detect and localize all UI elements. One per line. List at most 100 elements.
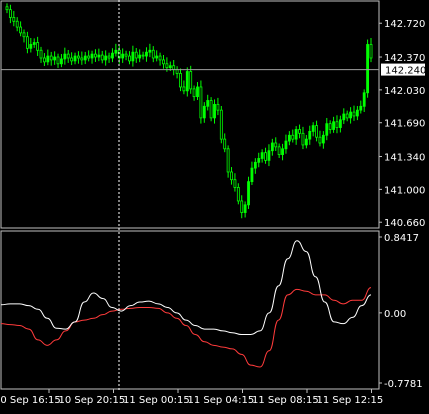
candle-body	[165, 63, 169, 69]
time-x-tick-label: 11 Sep 00:15	[123, 395, 190, 406]
candle-body	[236, 187, 240, 202]
candle-body	[311, 125, 315, 132]
candle-body	[87, 55, 91, 59]
candle-body	[25, 36, 29, 49]
candle-body	[270, 142, 274, 152]
current-price-tag: 142.240	[381, 63, 426, 77]
candle-body	[359, 105, 363, 111]
candle-body	[80, 57, 84, 61]
candle-body	[247, 181, 250, 206]
candle-body	[349, 111, 353, 119]
oscillator-y-tick-label: -0.7781	[384, 379, 423, 390]
candle-body	[338, 119, 342, 128]
candle-body	[189, 71, 193, 90]
price-y-tick-label: 142.030	[384, 86, 425, 97]
candle-body	[260, 152, 264, 159]
candle-body	[32, 42, 36, 45]
price-y-tick-label: 142.720	[384, 19, 425, 30]
candle-body	[15, 20, 19, 28]
candle-body	[304, 138, 308, 146]
candle-body	[287, 134, 291, 142]
candle-body	[49, 55, 53, 61]
candle-body	[206, 100, 210, 107]
candle-body	[199, 86, 203, 119]
candle-body	[22, 32, 26, 38]
candle-body	[182, 86, 186, 92]
candle-body	[325, 123, 329, 136]
candle-body	[230, 171, 233, 181]
oscillator-y-tick-label: 0.8417	[384, 233, 419, 244]
time-x-tick-label: 10 Sep 16:15	[0, 395, 61, 406]
price-y-tick-label: 142.370	[384, 53, 425, 64]
candle-body	[162, 59, 165, 65]
candle-body	[168, 65, 172, 69]
candle-body	[148, 49, 152, 53]
candle-body	[209, 100, 213, 119]
candle-body	[281, 148, 284, 155]
candle-body	[216, 103, 220, 111]
candle-body	[318, 136, 322, 144]
candle-body	[128, 55, 131, 62]
candle-body	[39, 49, 43, 59]
oscillator-y-tick-label: 0.00	[384, 309, 406, 320]
candle-body	[145, 51, 148, 57]
candle-body	[342, 113, 346, 121]
candle-body	[250, 167, 254, 183]
candle-body	[335, 121, 339, 128]
candle-body	[111, 52, 114, 59]
candle-body	[264, 152, 267, 161]
candle-body	[257, 158, 261, 163]
candle-body	[355, 109, 359, 117]
candle-body	[155, 55, 159, 59]
candle-body	[192, 88, 196, 98]
candle-body	[352, 111, 356, 117]
candle-body	[291, 134, 295, 140]
candle-body	[134, 51, 138, 59]
candle-body	[213, 103, 216, 119]
candle-body	[8, 9, 12, 18]
candle-body	[301, 132, 305, 146]
candle-body	[332, 121, 335, 130]
candle-body	[5, 6, 9, 11]
candle-body	[277, 146, 281, 155]
time-x-tick-label: 11 Sep 04:15	[188, 395, 255, 406]
candle-body	[158, 55, 162, 61]
candle-body	[121, 53, 125, 59]
candle-body	[179, 73, 182, 88]
candle-body	[196, 86, 199, 98]
time-x-tick-label: 11 Sep 12:15	[317, 395, 384, 406]
candle-body	[151, 49, 155, 59]
candle-body	[226, 148, 230, 173]
current-price-tag-text: 142.240	[385, 66, 426, 77]
candle-body	[219, 109, 223, 140]
candle-body	[63, 53, 67, 60]
candle-body	[243, 204, 247, 213]
price-y-tick-label: 140.660	[384, 218, 425, 229]
candle-body	[66, 53, 70, 59]
candle-body	[73, 55, 77, 62]
candle-body	[253, 161, 257, 169]
candle-body	[104, 55, 108, 61]
candle-body	[223, 138, 227, 150]
candle-body	[172, 65, 176, 70]
candle-body	[70, 57, 74, 62]
candle-body	[97, 54, 101, 58]
candle-body	[83, 55, 87, 61]
candle-body	[43, 57, 46, 63]
candle-body	[233, 179, 237, 188]
candle-body	[267, 150, 271, 161]
candle-body	[362, 92, 366, 107]
candle-body	[175, 69, 179, 74]
time-x-tick-label: 10 Sep 20:15	[59, 395, 126, 406]
candle-body	[141, 54, 145, 57]
candle-body	[114, 49, 118, 54]
candle-body	[60, 58, 63, 65]
candle-body	[124, 53, 128, 57]
candle-body	[100, 54, 104, 61]
candle-body	[77, 55, 80, 59]
candle-body	[328, 123, 332, 130]
chart-root: 142.720 142.370 142.030 141.690 141.340 141.0…	[0, 0, 429, 414]
candle-body	[369, 44, 373, 59]
time-x-tick-label: 11 Sep 08:15	[252, 395, 319, 406]
candle-body	[345, 113, 349, 119]
